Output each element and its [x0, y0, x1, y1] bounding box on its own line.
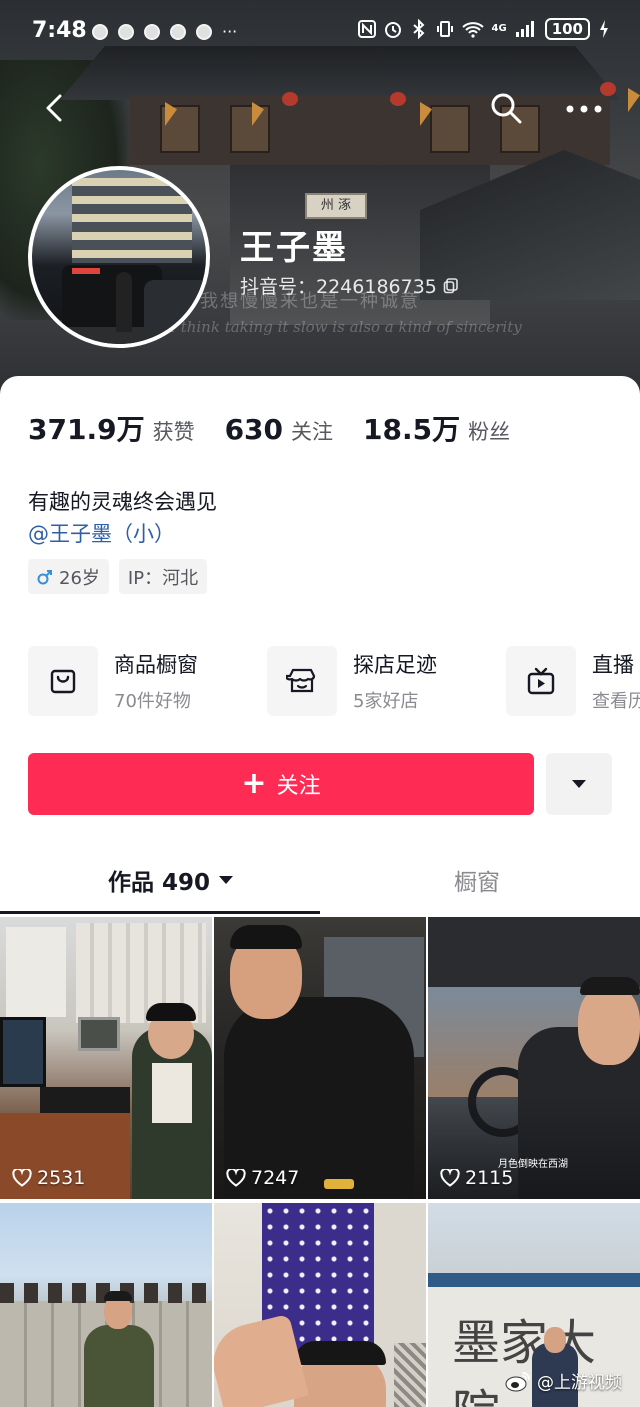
douyin-id-text: 抖音号：2246186735	[240, 276, 437, 298]
heart-icon	[226, 1169, 246, 1187]
feature-title: 直播	[592, 653, 634, 677]
feature-icon-box	[28, 646, 98, 716]
profile-bio: 有趣的灵魂终会遇见	[28, 490, 217, 514]
caret-down-icon	[219, 876, 234, 884]
notification-icons: ···	[92, 24, 237, 40]
male-icon	[37, 569, 52, 584]
stat-likes[interactable]: 371.9万 获赞	[28, 408, 195, 448]
video-thumbnail[interactable]: 月色倒映在西湖 2115	[428, 917, 640, 1199]
video-likes-count: 7247	[251, 1167, 300, 1189]
weibo-icon	[505, 1371, 530, 1391]
signal-icon	[515, 21, 534, 37]
stat-value: 371.9万	[28, 413, 145, 446]
avatar[interactable]	[28, 166, 210, 348]
more-notifications: ···	[222, 22, 238, 41]
ip-location-tag: IP：河北	[118, 559, 208, 594]
video-likes-count: 2531	[37, 1167, 86, 1189]
stat-followers[interactable]: 18.5万 粉丝	[363, 408, 510, 448]
video-likes: 2115	[440, 1167, 513, 1189]
feature-shop-window[interactable]: 商品橱窗 70件好物	[28, 646, 198, 716]
video-thumbnail[interactable]	[0, 1203, 212, 1407]
tab-shop-window[interactable]: 橱窗	[454, 863, 500, 897]
app-notification-icon	[170, 24, 186, 40]
video-thumbnail[interactable]	[214, 1203, 426, 1407]
bluetooth-icon	[412, 19, 424, 39]
ip-location-label: IP：河北	[127, 567, 199, 589]
profile-stats: 371.9万 获赞 630 关注 18.5万 粉丝	[28, 408, 540, 448]
content-tabs: 作品 490 橱窗	[0, 845, 640, 915]
wifi-icon	[461, 22, 484, 38]
store-icon	[286, 668, 316, 693]
heart-icon	[12, 1169, 32, 1187]
feature-icon-box	[506, 646, 576, 716]
tv-icon	[527, 667, 555, 695]
app-notification-icon	[196, 24, 212, 40]
cover-hall	[130, 95, 610, 165]
tab-works-label: 作品 490	[108, 870, 211, 896]
tab-works[interactable]: 作品 490	[108, 863, 234, 897]
stat-label: 关注	[291, 420, 334, 444]
feature-title: 商品橱窗	[114, 653, 198, 677]
system-icons: 4G 100	[357, 18, 610, 40]
watermark-text: @上游视频	[537, 1373, 622, 1393]
network-type: 4G	[491, 23, 507, 34]
plus-icon: +	[241, 766, 267, 801]
alarm-icon	[384, 22, 401, 38]
vibrate-icon	[436, 21, 453, 37]
profile-nickname: 王子墨	[240, 228, 348, 268]
tab-shop-label: 橱窗	[454, 870, 500, 896]
cover-plaque: 州 涿	[305, 193, 367, 219]
video-likes: 2531	[12, 1167, 85, 1189]
video-thumbnail[interactable]: 2531	[0, 917, 212, 1199]
lantern	[600, 82, 616, 96]
recommend-dropdown-button[interactable]	[546, 753, 612, 815]
feature-subtitle: 70件好物	[114, 691, 191, 712]
video-thumbnail[interactable]: 7247	[214, 917, 426, 1199]
feature-subtitle: 查看历	[592, 691, 640, 712]
follow-button[interactable]: + 关注	[28, 753, 534, 815]
feature-icon-box	[267, 646, 337, 716]
stat-label: 获赞	[152, 420, 195, 444]
cover-signature-en: I think taking it slow is also a kind of…	[170, 318, 522, 336]
nfc-icon	[357, 20, 376, 38]
app-notification-icon	[118, 24, 134, 40]
weibo-watermark: @上游视频	[505, 1368, 622, 1393]
douyin-id[interactable]: 抖音号：2246186735	[240, 272, 459, 299]
app-notification-icon	[144, 24, 160, 40]
battery-level: 100	[544, 18, 590, 40]
stat-value: 630	[224, 413, 284, 446]
video-grid: 2531 7247 月色倒映在西湖 2115 墨家大 @上游视频	[0, 917, 640, 1407]
back-icon[interactable]	[38, 90, 74, 126]
search-icon[interactable]	[488, 90, 524, 126]
lantern	[282, 92, 298, 106]
lantern	[390, 92, 406, 106]
copy-icon[interactable]	[443, 277, 459, 294]
caret-down-icon	[572, 780, 586, 788]
feature-subtitle: 5家好店	[353, 691, 419, 712]
follow-button-label: 关注	[276, 774, 321, 799]
age-tag-label: 26岁	[59, 567, 100, 589]
shopping-bag-icon	[50, 669, 76, 694]
feature-live[interactable]: 直播 查看历	[506, 646, 640, 716]
age-tag: 26岁	[28, 559, 109, 594]
app-notification-icon	[92, 24, 108, 40]
feature-store-visits[interactable]: 探店足迹 5家好店	[267, 646, 437, 716]
charging-icon	[600, 20, 608, 38]
bio-mention-link[interactable]: @王子墨（小）	[28, 518, 175, 548]
status-bar: 7:48 ··· 4G 100	[0, 0, 640, 64]
stat-label: 粉丝	[468, 420, 511, 444]
status-time: 7:48	[32, 18, 87, 43]
feature-title: 探店足迹	[353, 653, 437, 677]
stat-following[interactable]: 630 关注	[225, 413, 333, 446]
more-options-icon[interactable]	[564, 95, 604, 123]
video-likes: 7247	[226, 1167, 299, 1189]
profile-tags: 26岁 IP：河北	[28, 559, 208, 594]
feature-entries: 商品橱窗 70件好物 探店足迹 5家好店 直播 查看历	[28, 646, 640, 720]
stat-value: 18.5万	[363, 413, 461, 446]
video-likes-count: 2115	[465, 1167, 514, 1189]
active-tab-indicator	[0, 911, 320, 914]
flag	[628, 88, 640, 112]
heart-icon	[440, 1169, 460, 1187]
